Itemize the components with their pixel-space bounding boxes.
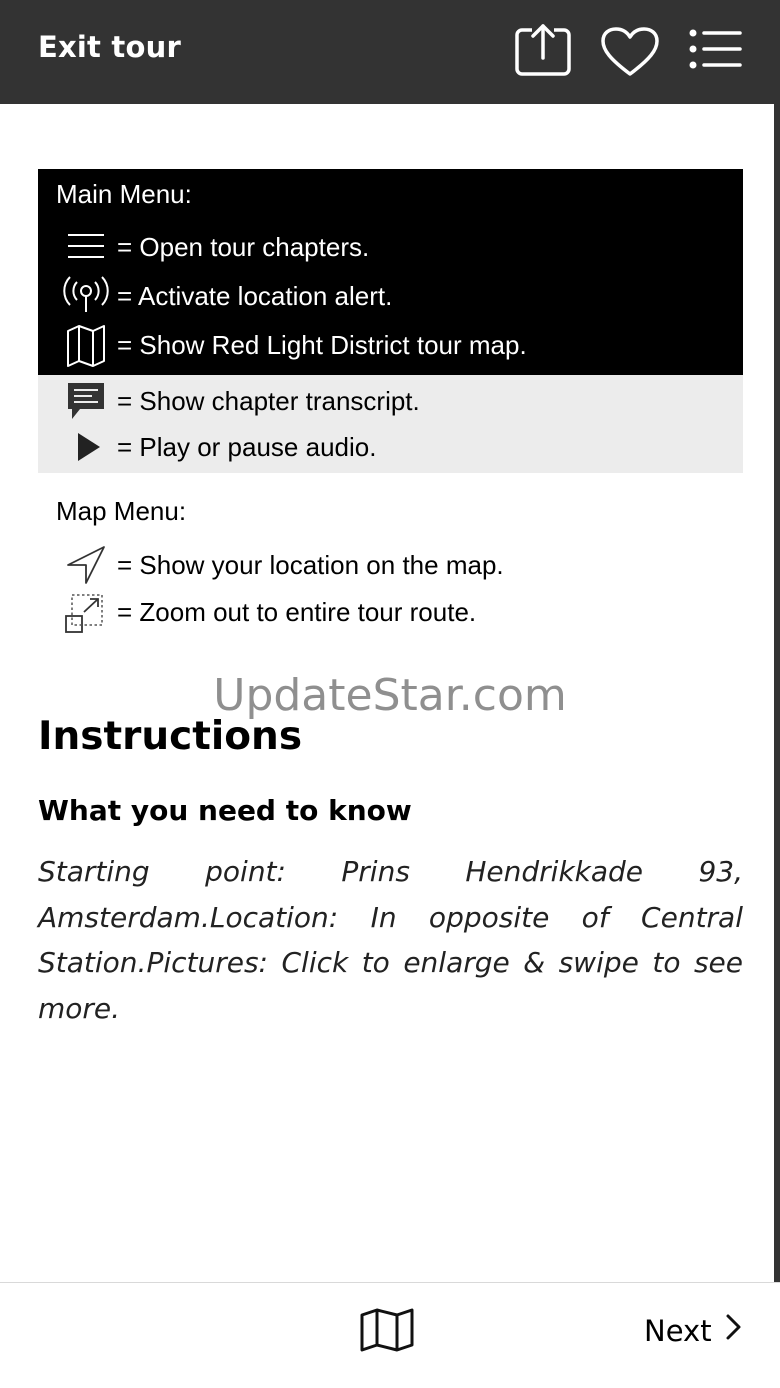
legend-text: = Activate location alert.: [117, 281, 393, 311]
top-bar: Exit tour: [0, 0, 780, 104]
main-menu-title: Main Menu:: [56, 179, 192, 209]
share-icon[interactable]: [514, 22, 572, 82]
legend-row: = Show Red Light District tour map.: [38, 323, 743, 367]
legend-text: = Play or pause audio.: [117, 432, 377, 462]
legend-text: = Show chapter transcript.: [117, 386, 420, 416]
legend-text: = Show Red Light District tour map.: [117, 330, 527, 360]
zoom-out-route-icon: [64, 590, 108, 634]
main-menu-legend: Main Menu: = Open tour chapters. = Activ…: [38, 169, 743, 375]
heart-icon[interactable]: [600, 26, 660, 82]
legend-text: = Zoom out to entire tour route.: [117, 597, 477, 627]
legend-row: = Zoom out to entire tour route.: [38, 590, 743, 634]
map-icon[interactable]: [358, 1307, 416, 1357]
navigation-arrow-icon: [64, 543, 108, 587]
hamburger-icon: [64, 225, 108, 269]
player-legend: = Show chapter transcript. = Play or pau…: [38, 375, 743, 473]
map-icon: [64, 323, 108, 367]
page-title: Instructions: [38, 714, 303, 759]
section-heading: What you need to know: [38, 794, 412, 827]
legend-row: = Open tour chapters.: [38, 225, 743, 269]
legend-text: = Show your location on the map.: [117, 550, 504, 580]
chevron-right-icon: [724, 1313, 742, 1348]
bottom-bar: Next: [0, 1282, 780, 1388]
next-label: Next: [644, 1313, 712, 1348]
legend-row: = Play or pause audio.: [38, 425, 743, 469]
location-alert-icon: [62, 274, 109, 318]
transcript-icon: [64, 379, 108, 423]
instructions-text: Starting point: Prins Hendrikkade 93, Am…: [38, 855, 743, 1025]
next-button[interactable]: Next: [644, 1313, 742, 1348]
play-icon: [64, 425, 108, 469]
legend-row: = Show your location on the map.: [38, 543, 743, 587]
legend-text: = Open tour chapters.: [117, 232, 370, 262]
map-menu-title: Map Menu:: [56, 496, 187, 526]
legend-row: = Activate location alert.: [38, 274, 743, 318]
exit-tour-button[interactable]: Exit tour: [38, 30, 181, 64]
menu-list-icon[interactable]: [688, 28, 742, 76]
legend-row: = Show chapter transcript.: [38, 379, 743, 423]
menu-legend-image: Main Menu: = Open tour chapters. = Activ…: [38, 169, 743, 639]
